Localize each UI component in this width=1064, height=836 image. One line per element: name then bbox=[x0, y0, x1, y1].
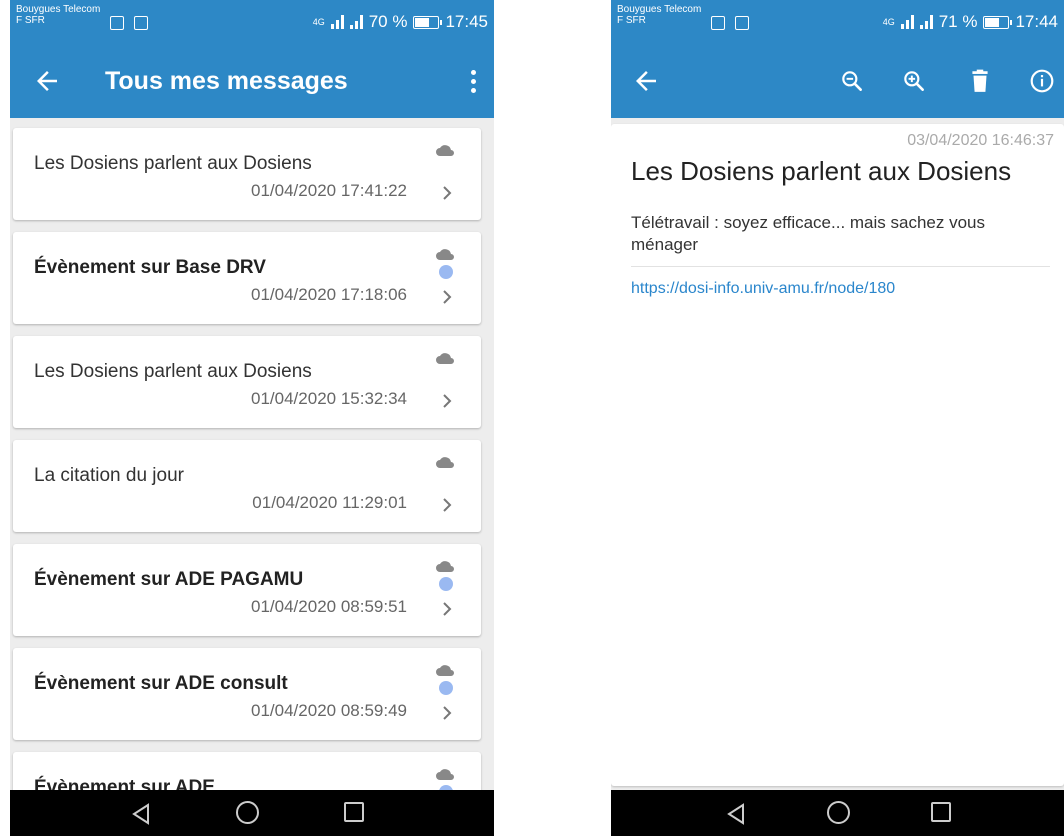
message-date: 01/04/2020 17:41:22 bbox=[251, 181, 407, 200]
carrier-line-1: Bouygues Telecom bbox=[617, 4, 702, 15]
message-link[interactable]: https://dosi-info.univ-amu.fr/node/180 bbox=[631, 280, 895, 298]
app-bar: Tous mes messages bbox=[10, 44, 494, 118]
info-icon[interactable] bbox=[1029, 68, 1055, 94]
signal-icon bbox=[330, 15, 344, 29]
app-bar bbox=[611, 44, 1064, 118]
image-icon bbox=[134, 16, 148, 30]
clock: 17:44 bbox=[1015, 12, 1058, 31]
divider bbox=[631, 266, 1050, 267]
message-title: Les Dosiens parlent aux Dosiens bbox=[34, 153, 312, 174]
signal-2-icon bbox=[349, 15, 363, 29]
chevron-right-icon bbox=[443, 498, 452, 512]
notification-icons bbox=[711, 16, 749, 30]
message-date: 01/04/2020 15:32:34 bbox=[251, 389, 407, 408]
message-date: 01/04/2020 11:29:01 bbox=[252, 493, 407, 512]
system-nav-bar bbox=[611, 790, 1064, 836]
more-vert-icon[interactable] bbox=[471, 70, 476, 93]
page-title: Tous mes messages bbox=[105, 67, 348, 95]
signal-icon bbox=[900, 15, 914, 29]
network-type: 4G bbox=[882, 17, 895, 27]
chevron-right-icon bbox=[443, 706, 452, 720]
battery-icon bbox=[413, 15, 443, 29]
status-bar: Bouygues Telecom F SFR 4G 70 % 17:45 bbox=[10, 0, 494, 44]
message-card[interactable]: Évènement sur ADE PAGAMU 01/04/2020 08:59… bbox=[13, 544, 481, 636]
chevron-right-icon bbox=[443, 602, 452, 616]
unread-dot bbox=[439, 577, 453, 591]
cloud-icon bbox=[436, 457, 454, 468]
image-icon bbox=[735, 16, 749, 30]
zoom-in-icon[interactable] bbox=[901, 68, 927, 94]
battery-icon bbox=[983, 15, 1013, 29]
message-card[interactable]: Les Dosiens parlent aux Dosiens 01/04/202… bbox=[13, 336, 481, 428]
unread-dot bbox=[439, 681, 453, 695]
system-nav-bar bbox=[10, 790, 494, 836]
cloud-icon bbox=[436, 353, 454, 364]
message-title: Évènement sur Base DRV bbox=[34, 257, 266, 278]
message-title: Les Dosiens parlent aux Dosiens bbox=[631, 156, 1012, 186]
message-title: Évènement sur ADE consult bbox=[34, 673, 288, 694]
cloud-icon bbox=[436, 665, 454, 676]
message-title: La citation du jour bbox=[34, 465, 184, 486]
nav-recents-icon[interactable] bbox=[344, 802, 364, 822]
message-card[interactable]: Les Dosiens parlent aux Dosiens 01/04/202… bbox=[13, 128, 481, 220]
message-date: 01/04/2020 17:18:06 bbox=[251, 285, 407, 304]
cloud-icon bbox=[436, 249, 454, 260]
message-detail: 03/04/2020 16:46:37 Les Dosiens parlent … bbox=[611, 124, 1064, 786]
message-card[interactable]: Évènement sur ADE consult 01/04/2020 08:5… bbox=[13, 648, 481, 740]
message-list-screen: Bouygues Telecom F SFR 4G 70 % 17:45 Tou… bbox=[10, 0, 494, 836]
carrier-line-1: Bouygues Telecom bbox=[16, 4, 101, 15]
nav-recents-icon[interactable] bbox=[931, 802, 951, 822]
cloud-icon bbox=[436, 561, 454, 572]
carrier-line-2: F SFR bbox=[617, 15, 646, 26]
back-arrow-icon[interactable] bbox=[32, 66, 62, 96]
cloud-icon bbox=[436, 769, 454, 780]
carrier-name: Bouygues Telecom F SFR bbox=[617, 4, 701, 26]
status-right: 4G 71 % 17:44 bbox=[883, 12, 1058, 32]
nav-back-icon[interactable] bbox=[725, 803, 747, 825]
message-date: 01/04/2020 08:59:49 bbox=[251, 701, 407, 720]
message-card[interactable]: La citation du jour 01/04/2020 11:29:01 bbox=[13, 440, 481, 532]
notification-icons bbox=[110, 16, 148, 30]
message-date: 03/04/2020 16:46:37 bbox=[907, 132, 1054, 149]
carrier-line-2: F SFR bbox=[16, 15, 45, 26]
battery-percent: 71 % bbox=[938, 12, 978, 31]
message-title: Les Dosiens parlent aux Dosiens bbox=[34, 361, 312, 382]
unread-dot bbox=[439, 265, 453, 279]
trash-icon[interactable] bbox=[967, 68, 993, 94]
recorder-icon bbox=[110, 16, 124, 30]
chevron-right-icon bbox=[443, 394, 452, 408]
message-title: Évènement sur ADE PAGAMU bbox=[34, 569, 304, 590]
network-type: 4G bbox=[312, 17, 325, 27]
zoom-out-icon[interactable] bbox=[839, 68, 865, 94]
nav-back-icon[interactable] bbox=[130, 803, 152, 825]
status-bar: Bouygues Telecom F SFR 4G 71 % 17:44 bbox=[611, 0, 1064, 44]
cloud-icon bbox=[436, 145, 454, 156]
message-date: 01/04/2020 08:59:51 bbox=[251, 597, 407, 616]
battery-percent: 70 % bbox=[368, 12, 408, 31]
recorder-icon bbox=[711, 16, 725, 30]
signal-2-icon bbox=[919, 15, 933, 29]
status-right: 4G 70 % 17:45 bbox=[313, 12, 488, 32]
nav-home-icon[interactable] bbox=[827, 801, 850, 824]
carrier-name: Bouygues Telecom F SFR bbox=[16, 4, 100, 26]
nav-home-icon[interactable] bbox=[236, 801, 259, 824]
clock: 17:45 bbox=[445, 12, 488, 31]
back-arrow-icon[interactable] bbox=[631, 66, 661, 96]
chevron-right-icon bbox=[443, 186, 452, 200]
message-body: Télétravail : soyez efficace... mais sac… bbox=[631, 213, 986, 254]
message-detail-screen: Bouygues Telecom F SFR 4G 71 % 17:44 03/… bbox=[611, 0, 1064, 836]
chevron-right-icon bbox=[443, 290, 452, 304]
message-card[interactable]: Évènement sur Base DRV 01/04/2020 17:18:0… bbox=[13, 232, 481, 324]
